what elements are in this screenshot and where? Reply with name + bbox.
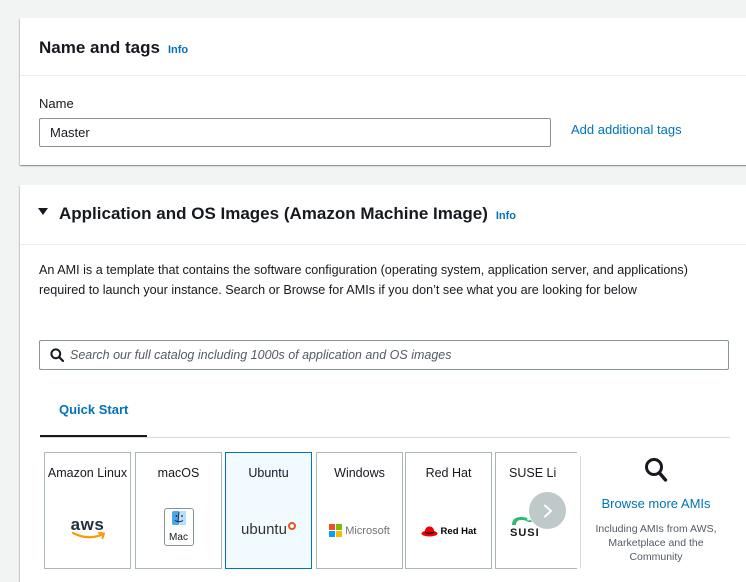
aws-logo-icon: aws	[45, 515, 130, 539]
ami-card-macos[interactable]: macOS Mac	[135, 452, 222, 569]
ami-info-link[interactable]: Info	[496, 210, 516, 222]
ami-panel-header[interactable]: Application and OS Images (Amazon Machin…	[20, 185, 746, 245]
add-additional-tags-link[interactable]: Add additional tags	[571, 122, 682, 137]
scroll-right-button[interactable]	[529, 492, 566, 529]
ami-heading: Application and OS Images (Amazon Machin…	[59, 204, 516, 224]
name-field-label: Name	[39, 96, 74, 111]
suse-logo-text: SUSI	[510, 527, 540, 539]
name-and-tags-header: Name and tags Info	[20, 18, 746, 76]
browse-more-amis-link[interactable]: Browse more AMIs	[591, 496, 721, 511]
redhat-logo-text: Red Hat	[440, 525, 477, 537]
ami-card-name: macOS	[157, 466, 200, 480]
ubuntu-circle-icon	[287, 521, 296, 530]
chevron-right-icon	[543, 504, 552, 517]
mac-finder-icon: Mac	[163, 508, 194, 546]
browse-more-amis[interactable]: Browse more AMIs Including AMIs from AWS…	[591, 452, 721, 569]
mac-logo-text: Mac	[169, 532, 188, 543]
microsoft-grid-icon	[329, 524, 343, 537]
name-and-tags-title: Name and tags	[39, 38, 160, 57]
ami-search-input[interactable]	[70, 341, 720, 369]
ami-card-ubuntu[interactable]: Ubuntu ubuntu	[225, 452, 312, 569]
ami-card-name: Windows	[334, 466, 385, 480]
ami-title: Application and OS Images (Amazon Machin…	[59, 204, 488, 223]
microsoft-logo: Microsoft	[317, 524, 402, 537]
search-icon	[645, 458, 668, 482]
tabs-divider	[40, 437, 730, 438]
caret-down-icon[interactable]	[38, 208, 48, 215]
ami-search-box[interactable]	[39, 340, 729, 370]
search-icon	[50, 348, 64, 362]
ubuntu-logo-text: ubuntu	[241, 521, 287, 538]
browse-divider	[580, 456, 581, 568]
name-and-tags-heading: Name and tags Info	[39, 38, 188, 58]
microsoft-logo-text: Microsoft	[345, 524, 390, 537]
name-and-tags-info-link[interactable]: Info	[168, 44, 188, 56]
red-hat-icon	[421, 526, 438, 537]
mac-logo: Mac	[136, 508, 221, 546]
ami-card-name: Red Hat	[425, 466, 472, 480]
ami-card-amazon-linux[interactable]: Amazon Linux aws	[44, 452, 131, 569]
ami-description: An AMI is a template that contains the s…	[39, 263, 688, 297]
ami-card-name: Ubuntu	[248, 466, 289, 480]
ami-card-windows[interactable]: Windows Microsoft	[316, 452, 403, 569]
tab-quick-start[interactable]: Quick Start	[40, 392, 147, 438]
redhat-logo: Red Hat	[406, 525, 491, 537]
ami-card-name: SUSE Li	[509, 466, 557, 480]
name-input[interactable]	[39, 118, 551, 147]
ami-card-name: Amazon Linux	[47, 466, 128, 480]
ami-panel: Application and OS Images (Amazon Machin…	[20, 185, 746, 582]
ubuntu-logo-icon: ubuntu	[226, 521, 311, 538]
browse-more-amis-subtext: Including AMIs from AWS, Marketplace and…	[595, 523, 717, 563]
ami-card-red-hat[interactable]: Red Hat Red Hat	[405, 452, 492, 569]
tab-quick-start-label: Quick Start	[59, 402, 129, 417]
name-and-tags-panel: Name and tags Info Name Add additional ta…	[20, 18, 746, 165]
